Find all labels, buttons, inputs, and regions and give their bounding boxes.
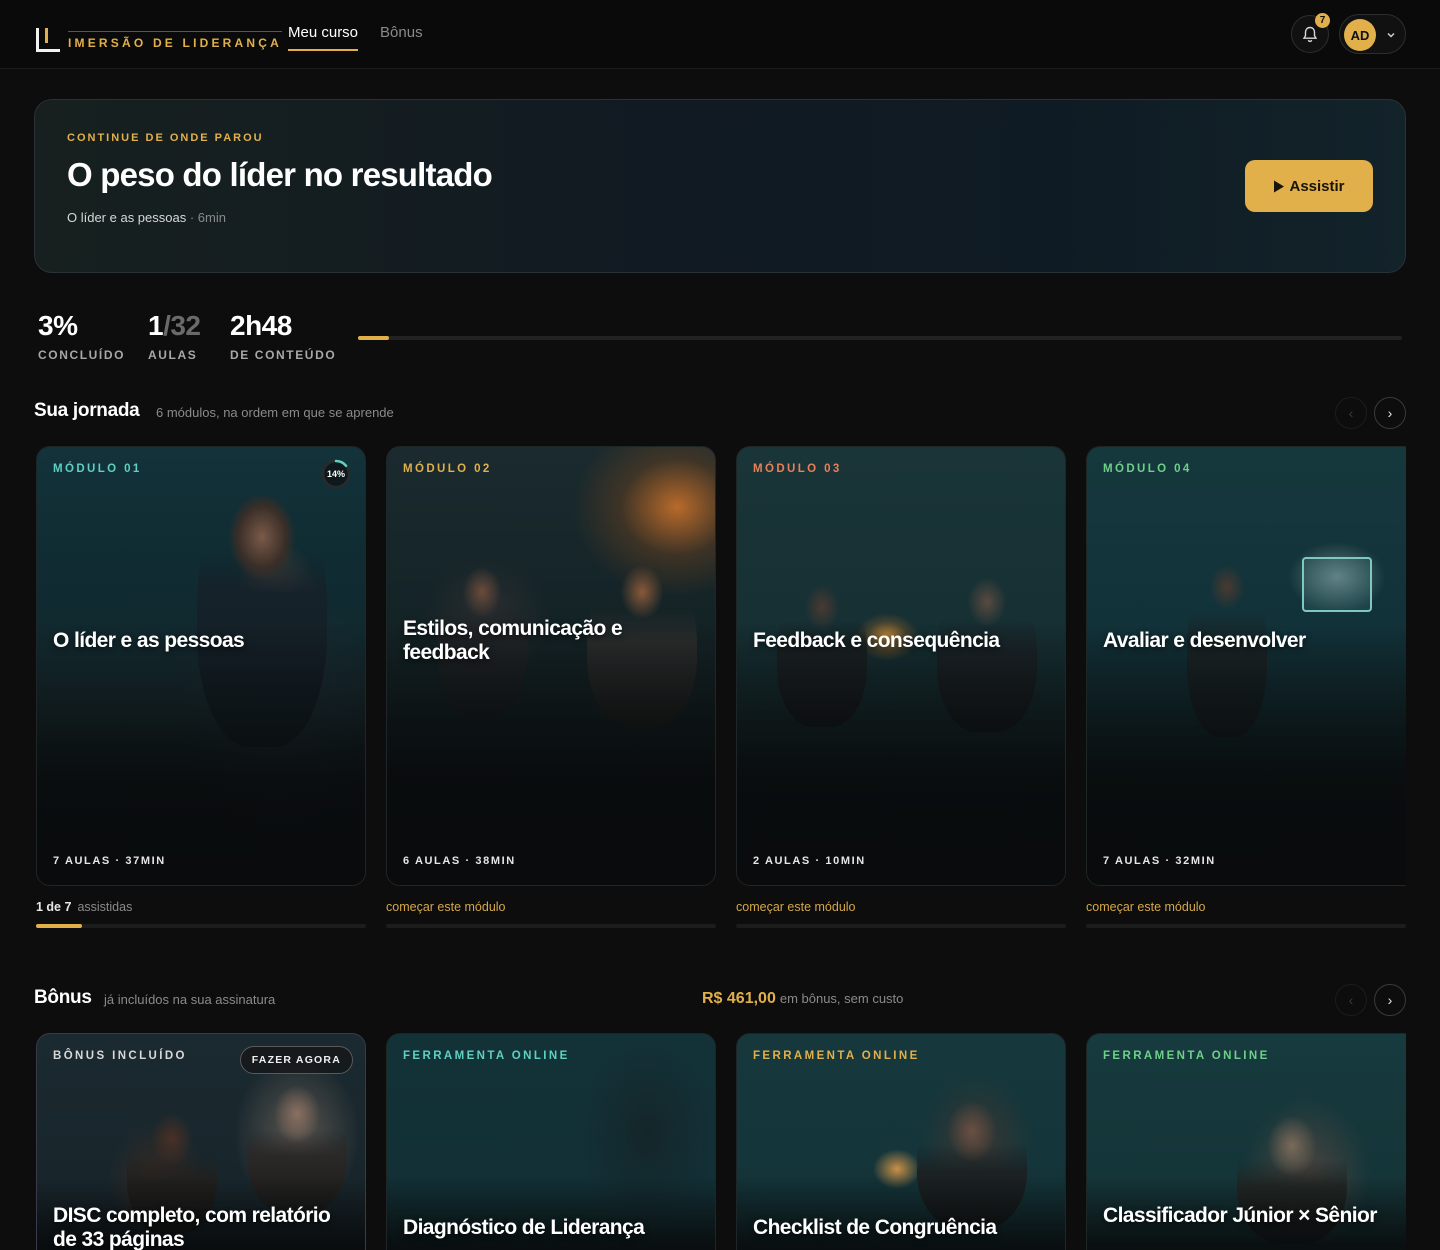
continue-watching-card: CONTINUE DE ONDE PAROU O peso do líder n… [34,99,1406,273]
module-title: Estilos, comunicação e feedback [403,617,623,664]
chart-screen-icon [1302,557,1372,612]
bonus-title: DISC completo, com relatório de 33 págin… [53,1204,331,1250]
start-module-03-link[interactable]: começar este módulo [736,900,856,914]
stat-completed: 3% CONCLUÍDO [38,310,125,362]
bonus-card-disc[interactable]: BÔNUS INCLUÍDO FAZER AGORA DISC completo… [36,1033,366,1250]
module-meta: 2 AULAS · 10MIN [753,855,866,867]
module-title: O líder e as pessoas [53,629,245,652]
main-nav: Meu curso Bônus [288,24,423,51]
bonus-card-classificador[interactable]: FERRAMENTA ONLINE Classificador Júnior ×… [1086,1033,1406,1250]
journey-next-button[interactable]: › [1374,397,1406,429]
module-title: Avaliar e desenvolver [1103,629,1306,652]
play-icon [1274,180,1285,192]
bonus-amount-note: em bônus, sem custo [779,991,904,1006]
bonus-title: Classificador Júnior × Sênior [1103,1204,1377,1227]
chevron-right-icon: › [1387,992,1393,1008]
module-card-04[interactable]: MÓDULO 04 Avaliar e desenvolver 7 AULAS … [1086,446,1406,886]
start-module-04-link[interactable]: começar este módulo [1086,900,1206,914]
module-eyebrow: MÓDULO 02 [403,463,492,475]
hero-title: O peso do líder no resultado [67,156,493,193]
bonus-title: Checklist de Congruência [753,1216,997,1239]
stat-content-label: DE CONTEÚDO [230,348,337,362]
hero-subtitle: O líder e as pessoas · 6min [67,210,226,225]
module-card-02[interactable]: MÓDULO 02 Estilos, comunicação e feedbac… [386,446,716,886]
module-eyebrow: MÓDULO 01 [53,463,142,475]
module-03-progress-bar [736,924,1066,928]
hero-eyebrow: CONTINUE DE ONDE PAROU [67,132,264,144]
module-01-progress-fill [36,924,83,928]
top-bar: IMERSÃO DE LIDERANÇA Meu curso Bônus 7 A… [0,0,1440,69]
bonus-eyebrow: BÔNUS INCLUÍDO [53,1050,187,1062]
stat-lessons: 1/32 AULAS [148,310,201,362]
watch-button-label: Assistir [1289,177,1345,195]
stat-lessons-label: AULAS [148,348,198,362]
journey-subtitle: 6 módulos, na ordem em que se aprende [156,405,394,420]
module-title: Feedback e consequência [753,629,1000,652]
avatar: AD [1344,19,1376,51]
overall-progress-bar [358,336,1402,340]
bonus-eyebrow: FERRAMENTA ONLINE [1103,1050,1270,1062]
bonus-card-diagnostico[interactable]: FERRAMENTA ONLINE Diagnóstico de Lideran… [386,1033,716,1250]
bonus-total-value: R$ 461,00 em bônus, sem custo [702,990,903,1008]
module-progress-percent: 14% [326,469,345,479]
bonus-card-checklist[interactable]: FERRAMENTA ONLINE Checklist de Congruênc… [736,1033,1066,1250]
bonus-amount: R$ 461,00 [702,990,776,1007]
bonus-subtitle: já incluídos na sua assinatura [104,992,276,1007]
bonus-title: Bônus [34,987,92,1008]
chevron-down-icon [1387,32,1395,38]
module-02-progress-bar [386,924,716,928]
nav-bonus[interactable]: Bônus [380,24,423,51]
module-meta: 7 AULAS · 32MIN [1103,855,1216,867]
module-01-progress-bar [36,924,366,928]
module-eyebrow: MÓDULO 04 [1103,463,1192,475]
overall-progress-fill [358,336,390,340]
bonus-prev-button[interactable]: ‹ [1335,984,1367,1016]
hero-duration: · 6min [189,210,226,225]
brand-logo[interactable]: IMERSÃO DE LIDERANÇA [36,26,283,54]
module-01-progress-text: 1 de 7 assistidas [36,900,133,914]
start-module-02-link[interactable]: começar este módulo [386,900,506,914]
chevron-right-icon: › [1387,405,1393,421]
stat-completed-value: 3% [38,310,78,341]
module-card-01[interactable]: MÓDULO 01 14% O líder e as pessoas 7 AUL… [36,446,366,886]
module-04-progress-bar [1086,924,1406,928]
module-card-03[interactable]: MÓDULO 03 Feedback e consequência 2 AULA… [736,446,1066,886]
chevron-left-icon: ‹ [1348,405,1354,421]
module-meta: 7 AULAS · 37MIN [53,855,166,867]
module-eyebrow: MÓDULO 03 [753,463,842,475]
journey-title: Sua jornada [34,400,140,421]
bonus-title: Diagnóstico de Liderança [403,1216,645,1239]
bonus-eyebrow: FERRAMENTA ONLINE [753,1050,920,1062]
logo-mark-icon [36,26,60,54]
bonus-next-button[interactable]: › [1374,984,1406,1016]
bell-icon [1302,26,1318,42]
hero-module: O líder e as pessoas [67,210,187,225]
nav-meu-curso[interactable]: Meu curso [288,24,359,51]
watch-button[interactable]: Assistir [1245,160,1373,212]
user-menu[interactable]: AD [1339,14,1406,54]
brand-name: IMERSÃO DE LIDERANÇA [68,30,283,50]
notification-count-badge: 7 [1315,13,1330,28]
journey-prev-button[interactable]: ‹ [1335,397,1367,429]
chevron-left-icon: ‹ [1348,992,1354,1008]
stat-content-value: 2h48 [230,310,292,341]
stat-completed-label: CONCLUÍDO [38,348,126,362]
bonus-eyebrow: FERRAMENTA ONLINE [403,1050,570,1062]
do-now-button[interactable]: FAZER AGORA [239,1046,353,1074]
stat-content: 2h48 DE CONTEÚDO [230,310,336,362]
module-meta: 6 AULAS · 38MIN [403,855,516,867]
stat-lessons-value: 1/32 [148,310,201,341]
